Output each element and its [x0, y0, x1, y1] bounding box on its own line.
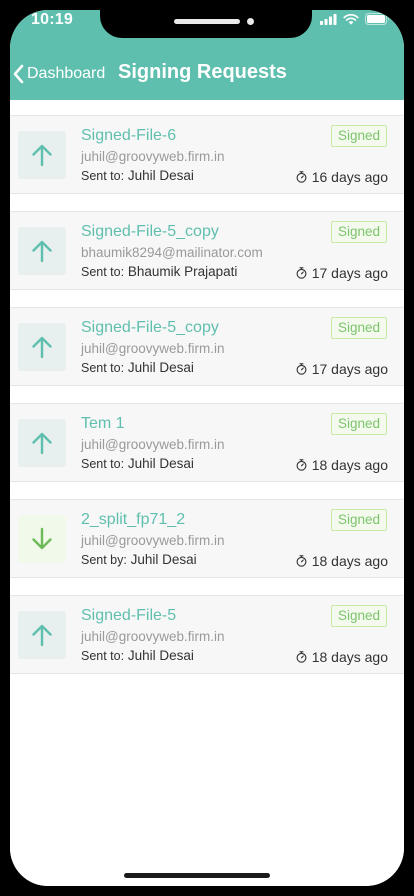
status-badge: Signed: [330, 413, 387, 435]
back-button[interactable]: Dashboard: [10, 62, 105, 86]
timer-icon: [296, 363, 307, 375]
recipient-email: juhil@groovyweb.firm.in: [81, 149, 225, 164]
time-ago: 17 days ago: [296, 264, 388, 282]
status-icons: [320, 12, 390, 30]
time-ago: 18 days ago: [296, 552, 388, 570]
sent-label: Sent by:: [81, 553, 127, 567]
status-badge: Signed: [330, 509, 387, 531]
sent-name: Bhaumik Prajapati: [127, 264, 238, 279]
device-notch: [100, 10, 312, 38]
document-title: 2_split_fp71_2: [81, 511, 186, 528]
direction-icon-box: [18, 419, 66, 467]
sent-name: Juhil Desai: [127, 360, 194, 375]
time-ago: 16 days ago: [296, 168, 388, 186]
device-frame: 10:19 Dashboard Signing Requests Signed-…: [0, 0, 414, 896]
sent-label: Sent to:: [81, 361, 125, 375]
recipient-email: bhaumik8294@mailinator.com: [81, 245, 263, 260]
time-ago-text: 18 days ago: [311, 649, 388, 665]
battery-icon: [365, 12, 390, 30]
timer-icon: [296, 651, 307, 663]
sent-info: Sent to: Juhil Desai: [81, 456, 194, 471]
arrow-down-icon: [32, 527, 52, 550]
time-ago: 17 days ago: [296, 360, 388, 378]
sent-label: Sent to:: [81, 649, 125, 663]
direction-icon-box: [18, 323, 66, 371]
back-button-label: Dashboard: [27, 65, 106, 82]
time-ago: 18 days ago: [296, 648, 388, 666]
document-title: Signed-File-6: [81, 127, 177, 144]
timer-icon: [296, 171, 307, 183]
signing-requests-list: Signed-File-6 juhil@groovyweb.firm.in Se…: [10, 100, 404, 886]
document-title: Tem 1: [81, 415, 125, 432]
chevron-left-icon: [13, 64, 24, 84]
sent-name: Juhil Desai: [127, 648, 194, 663]
document-title: Signed-File-5: [81, 607, 177, 624]
front-camera: [247, 18, 254, 25]
arrow-up-icon: [32, 336, 52, 359]
time-ago-text: 17 days ago: [311, 361, 388, 377]
sent-info: Sent to: Bhaumik Prajapati: [81, 264, 237, 279]
list-item[interactable]: Signed-File-5_copy juhil@groovyweb.firm.…: [10, 307, 404, 386]
time-ago: 18 days ago: [296, 456, 388, 474]
status-badge: Signed: [330, 605, 387, 627]
arrow-up-icon: [32, 432, 52, 455]
sent-label: Sent to:: [81, 169, 125, 183]
recipient-email: juhil@groovyweb.firm.in: [81, 341, 225, 356]
arrow-up-icon: [32, 240, 52, 263]
home-indicator[interactable]: [124, 873, 270, 878]
document-title: Signed-File-5_copy: [81, 319, 219, 336]
timer-icon: [296, 459, 307, 471]
nav-header: 10:19 Dashboard Signing Requests: [10, 10, 404, 100]
speaker-grille: [174, 19, 240, 24]
status-badge: Signed: [330, 125, 387, 147]
status-badge: Signed: [330, 221, 387, 243]
time-ago-text: 16 days ago: [311, 169, 388, 185]
list-item[interactable]: Tem 1 juhil@groovyweb.firm.in Sent to: J…: [10, 403, 404, 482]
wifi-icon: [343, 12, 359, 30]
time-ago-text: 18 days ago: [311, 553, 388, 569]
sent-name: Juhil Desai: [127, 168, 194, 183]
time-ago-text: 18 days ago: [311, 457, 388, 473]
sent-info: Sent to: Juhil Desai: [81, 360, 194, 375]
direction-icon-box: [18, 131, 66, 179]
direction-icon-box: [18, 611, 66, 659]
list-item[interactable]: Signed-File-6 juhil@groovyweb.firm.in Se…: [10, 115, 404, 194]
screen: 10:19 Dashboard Signing Requests Signed-…: [10, 10, 404, 886]
direction-icon-box: [18, 515, 66, 563]
page-title: Signing Requests: [118, 61, 287, 83]
sent-info: Sent by: Juhil Desai: [81, 552, 197, 567]
document-title: Signed-File-5_copy: [81, 223, 219, 240]
arrow-up-icon: [32, 144, 52, 167]
recipient-email: juhil@groovyweb.firm.in: [81, 533, 225, 548]
status-time: 10:19: [31, 11, 73, 28]
timer-icon: [296, 555, 307, 567]
sent-name: Juhil Desai: [127, 456, 194, 471]
sent-label: Sent to:: [81, 265, 125, 279]
status-badge: Signed: [330, 317, 387, 339]
arrow-up-icon: [32, 624, 52, 647]
direction-icon-box: [18, 227, 66, 275]
sent-label: Sent to:: [81, 457, 125, 471]
sent-info: Sent to: Juhil Desai: [81, 168, 194, 183]
signal-icon: [320, 12, 337, 30]
recipient-email: juhil@groovyweb.firm.in: [81, 437, 225, 452]
time-ago-text: 17 days ago: [311, 265, 388, 281]
list-item[interactable]: 2_split_fp71_2 juhil@groovyweb.firm.in S…: [10, 499, 404, 578]
recipient-email: juhil@groovyweb.firm.in: [81, 629, 225, 644]
list-item[interactable]: Signed-File-5 juhil@groovyweb.firm.in Se…: [10, 595, 404, 674]
timer-icon: [296, 267, 307, 279]
sent-info: Sent to: Juhil Desai: [81, 648, 194, 663]
sent-name: Juhil Desai: [130, 552, 197, 567]
list-item[interactable]: Signed-File-5_copy bhaumik8294@mailinato…: [10, 211, 404, 290]
